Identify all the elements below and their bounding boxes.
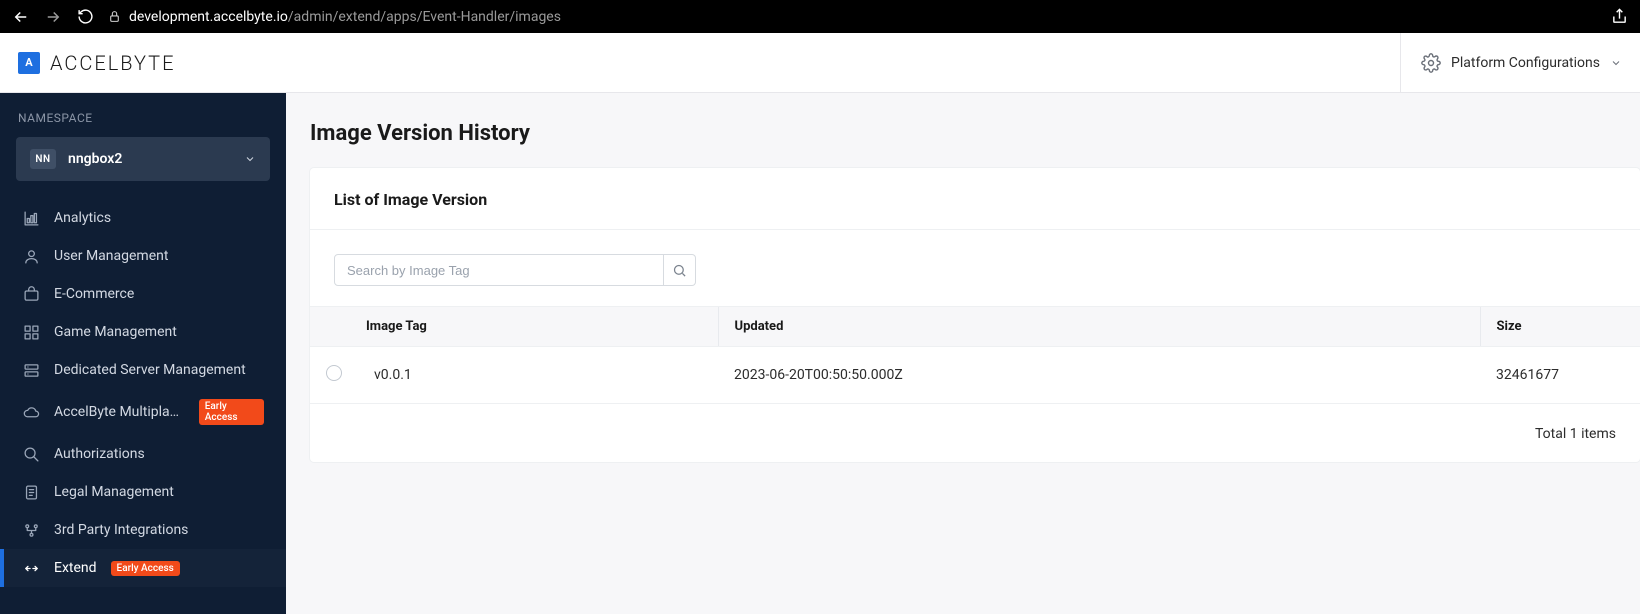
- url-path: /admin/extend/apps/Event-Handler/images: [288, 9, 561, 25]
- namespace-name: nngbox2: [68, 151, 244, 167]
- server-icon: [22, 361, 40, 379]
- user-icon: [22, 247, 40, 265]
- doc-icon: [22, 483, 40, 501]
- card-title: List of Image Version: [310, 168, 1640, 230]
- reload-icon[interactable]: [76, 8, 94, 26]
- sidebar-item-e-commerce[interactable]: E-Commerce: [0, 275, 286, 313]
- integrations-icon: [22, 521, 40, 539]
- browser-chrome: development.accelbyte.io/admin/extend/ap…: [0, 0, 1640, 33]
- sidebar-item-label: AccelByte Multiplaye...: [54, 404, 185, 420]
- sidebar-item-user-management[interactable]: User Management: [0, 237, 286, 275]
- table-row[interactable]: v0.0.12023-06-20T00:50:50.000Z32461677: [310, 347, 1640, 404]
- key-icon: [22, 445, 40, 463]
- page-title: Image Version History: [310, 121, 1640, 146]
- sidebar-item-game-management[interactable]: Game Management: [0, 313, 286, 351]
- sidebar-item-3rd-party-integrations[interactable]: 3rd Party Integrations: [0, 511, 286, 549]
- logo-mark: A: [18, 52, 40, 74]
- sidebar-item-legal-management[interactable]: Legal Management: [0, 473, 286, 511]
- grid-icon: [22, 323, 40, 341]
- brand-name: ACCELBYTE: [50, 51, 176, 75]
- sidebar-item-accelbyte-multiplaye[interactable]: AccelByte Multiplaye... Early Access: [0, 389, 286, 435]
- extend-icon: [22, 559, 40, 577]
- col-updated: Updated: [718, 307, 1480, 347]
- namespace-selector[interactable]: NN nngbox2: [16, 137, 270, 181]
- cell-size: 32461677: [1480, 347, 1640, 404]
- sidebar-item-label: E-Commerce: [54, 286, 134, 302]
- early-access-badge: Early Access: [111, 561, 180, 576]
- image-list-card: List of Image Version Image Tag Updated …: [310, 168, 1640, 462]
- col-select: [310, 307, 358, 347]
- sidebar-item-label: Analytics: [54, 210, 111, 226]
- search-wrap: [334, 254, 696, 286]
- search-icon: [672, 263, 687, 278]
- chart-icon: [22, 209, 40, 227]
- sidebar: NAMESPACE NN nngbox2 Analytics User Manag…: [0, 93, 286, 614]
- search-button[interactable]: [664, 254, 696, 286]
- namespace-heading: NAMESPACE: [0, 111, 286, 137]
- pager-total: Total 1 items: [310, 404, 1640, 442]
- sidebar-item-label: Dedicated Server Management: [54, 362, 246, 378]
- sidebar-item-label: User Management: [54, 248, 168, 264]
- cloud-icon: [22, 403, 40, 421]
- sidebar-item-authorizations[interactable]: Authorizations: [0, 435, 286, 473]
- cart-icon: [22, 285, 40, 303]
- brand-logo[interactable]: A ACCELBYTE: [18, 51, 176, 75]
- col-size: Size: [1480, 307, 1640, 347]
- topbar: A ACCELBYTE Platform Configurations: [0, 33, 1640, 93]
- platform-configurations-button[interactable]: Platform Configurations: [1400, 33, 1622, 92]
- forward-icon[interactable]: [44, 8, 62, 26]
- namespace-badge: NN: [30, 149, 56, 169]
- search-input[interactable]: [334, 254, 664, 286]
- url-bar[interactable]: development.accelbyte.io/admin/extend/ap…: [108, 9, 1596, 25]
- chevron-down-icon: [1610, 57, 1622, 69]
- sidebar-item-analytics[interactable]: Analytics: [0, 199, 286, 237]
- sidebar-item-label: Extend: [54, 560, 97, 576]
- lock-icon: [108, 10, 121, 23]
- sidebar-item-label: Legal Management: [54, 484, 174, 500]
- row-radio[interactable]: [326, 365, 342, 381]
- early-access-badge: Early Access: [199, 399, 264, 425]
- image-table: Image Tag Updated Size v0.0.12023-06-20T…: [310, 306, 1640, 404]
- sidebar-item-label: Game Management: [54, 324, 177, 340]
- share-icon[interactable]: [1610, 8, 1628, 26]
- sidebar-item-extend[interactable]: Extend Early Access: [0, 549, 286, 587]
- back-icon[interactable]: [12, 8, 30, 26]
- cell-image-tag: v0.0.1: [358, 347, 718, 404]
- chevron-down-icon: [244, 153, 256, 165]
- cell-updated: 2023-06-20T00:50:50.000Z: [718, 347, 1480, 404]
- url-host: development.accelbyte.io: [129, 9, 288, 25]
- sidebar-item-label: 3rd Party Integrations: [54, 522, 188, 538]
- sidebar-item-dedicated-server-management[interactable]: Dedicated Server Management: [0, 351, 286, 389]
- sidebar-nav: Analytics User Management E-Commerce Game M…: [0, 199, 286, 587]
- sidebar-item-label: Authorizations: [54, 446, 145, 462]
- col-image-tag: Image Tag: [358, 307, 718, 347]
- gear-icon: [1421, 53, 1441, 73]
- main-content: Image Version History List of Image Vers…: [286, 93, 1640, 614]
- platform-configurations-label: Platform Configurations: [1451, 55, 1600, 71]
